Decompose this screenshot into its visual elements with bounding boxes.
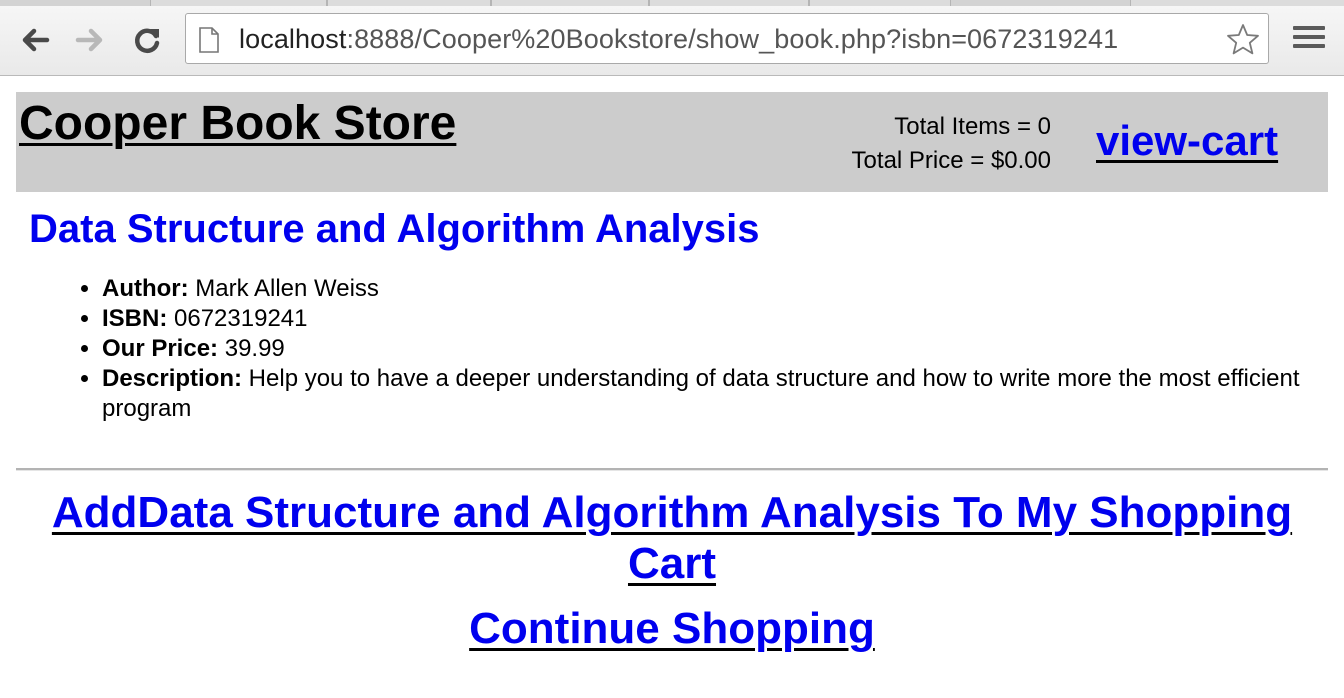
- browser-toolbar: localhost:8888/Cooper%20Bookstore/show_b…: [0, 6, 1344, 76]
- detail-label: ISBN:: [102, 305, 168, 332]
- store-header: Cooper Book Store Total Items = 0 Total …: [16, 92, 1328, 192]
- continue-shopping-link[interactable]: Continue Shopping: [16, 603, 1328, 654]
- address-bar[interactable]: localhost:8888/Cooper%20Bookstore/show_b…: [185, 13, 1269, 64]
- add-to-cart-link[interactable]: AddData Structure and Algorithm Analysis…: [16, 487, 1328, 589]
- list-item-price: Our Price: 39.99: [102, 334, 1344, 364]
- detail-value: 39.99: [218, 335, 285, 362]
- divider: [16, 468, 1328, 471]
- detail-label: Author:: [102, 275, 189, 302]
- total-price: Total Price = $0.00: [851, 147, 1051, 174]
- back-arrow-icon[interactable]: [19, 24, 51, 56]
- list-item-description: Description: Help you to have a deeper u…: [102, 364, 1344, 424]
- view-cart-link[interactable]: view-cart: [1096, 117, 1278, 165]
- url-host: localhost: [239, 24, 347, 54]
- forward-arrow-icon[interactable]: [74, 24, 106, 56]
- page-icon: [198, 27, 220, 58]
- star-icon[interactable]: [1226, 23, 1260, 60]
- detail-label: Description:: [102, 365, 243, 392]
- store-title-link[interactable]: Cooper Book Store: [19, 98, 456, 150]
- hamburger-menu-icon[interactable]: [1293, 26, 1325, 56]
- url-path: :8888/Cooper%20Bookstore/show_book.php?i…: [346, 24, 1119, 54]
- list-item-isbn: ISBN: 0672319241: [102, 304, 1344, 334]
- detail-value: Help you to have a deeper understanding …: [102, 365, 1300, 422]
- detail-value: Mark Allen Weiss: [188, 275, 379, 302]
- cart-totals: Total Items = 0 Total Price = $0.00: [852, 110, 1051, 178]
- url-text: localhost:8888/Cooper%20Bookstore/show_b…: [239, 23, 1118, 55]
- reload-icon[interactable]: [131, 24, 163, 56]
- book-title: Data Structure and Algorithm Analysis: [29, 207, 760, 251]
- list-item-author: Author: Mark Allen Weiss: [102, 274, 1344, 304]
- total-items: Total Items = 0: [894, 113, 1051, 140]
- detail-value: 0672319241: [167, 305, 308, 332]
- book-details-list: Author: Mark Allen Weiss ISBN: 067231924…: [62, 274, 1344, 424]
- detail-label: Our Price:: [102, 335, 219, 362]
